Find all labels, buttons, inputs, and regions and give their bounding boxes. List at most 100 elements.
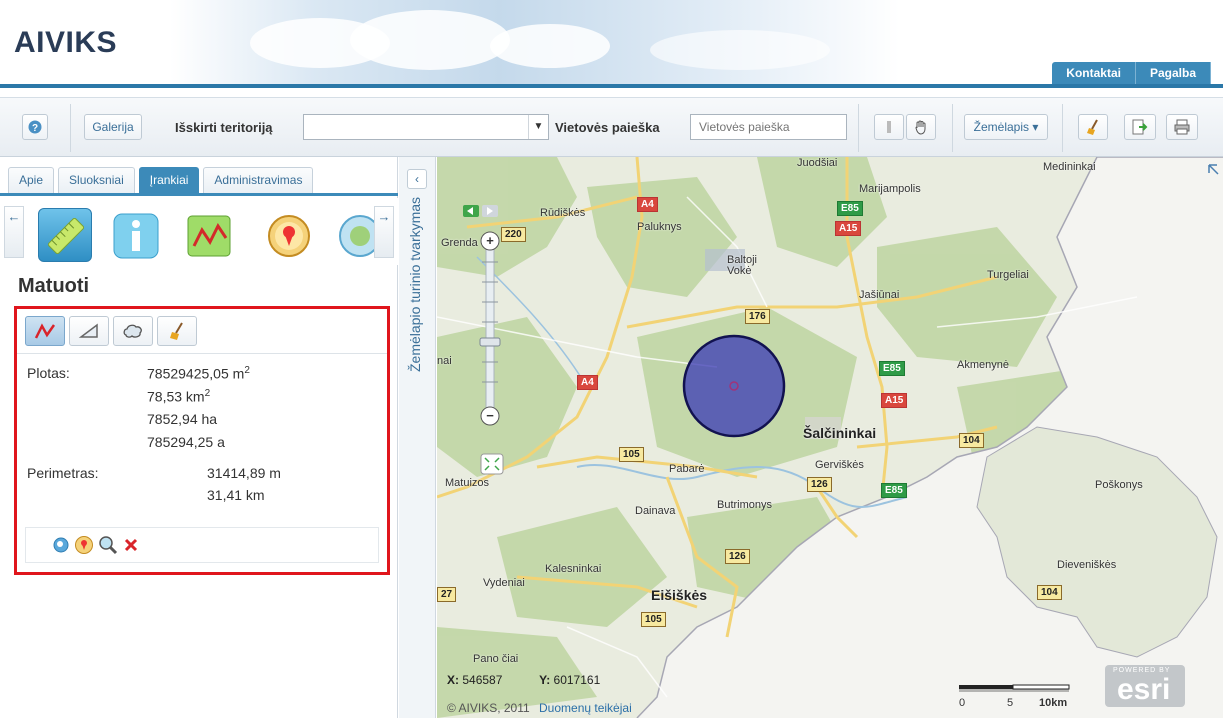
coordinate-readout: X: 546587 Y: 6017161 [447, 673, 600, 687]
place-label: Butrimonys [717, 499, 773, 511]
measure-area-button[interactable] [69, 316, 109, 346]
zoom-to-icon[interactable] [52, 536, 70, 554]
measure-mode-buttons [25, 316, 201, 346]
road-shield: 104 [1037, 585, 1062, 600]
nav-help[interactable]: Pagalba [1135, 62, 1211, 85]
coord-y-label: Y: [539, 673, 551, 687]
scroll-right-button[interactable]: → [374, 206, 394, 258]
scale-label: 10km [1039, 697, 1068, 709]
road-shield: A4 [637, 197, 658, 212]
left-panel: Apie Sluoksniai Įrankiai Administravimas… [0, 157, 398, 718]
data-providers-link[interactable]: Duomenų teikėjai [539, 701, 632, 715]
map-content-toggle[interactable]: Žemėlapio turinio tvarkymas [407, 197, 427, 577]
profile-tool-button[interactable] [182, 208, 236, 262]
toolbar: ? Galerija Išskirti teritoriją ▼ Vietovė… [0, 97, 1223, 157]
scale-label: 0 [959, 697, 966, 709]
scale-label: 5 [1007, 697, 1014, 709]
measure-distance-button[interactable] [25, 316, 65, 346]
place-label: Vydeniai [483, 577, 525, 589]
coord-y-value: 6017161 [553, 673, 601, 687]
tool-strip: ← → [0, 198, 398, 265]
gallery-button[interactable]: Galerija [84, 114, 142, 140]
place-label: Gerviškės [815, 459, 864, 471]
road-shield: E85 [881, 483, 907, 498]
place-label-city: Šalčininkai [803, 425, 877, 441]
hand-icon [915, 120, 926, 135]
app-logo: AIVIKS [14, 26, 118, 59]
clear-button[interactable] [1078, 114, 1108, 140]
measure-freehand-button[interactable] [113, 316, 153, 346]
panel-title: Matuoti [18, 275, 90, 297]
tab-administration[interactable]: Administravimas [203, 167, 314, 193]
printer-icon [1174, 119, 1190, 135]
print-button[interactable] [1166, 114, 1198, 140]
place-label: Kalesninkai [545, 563, 602, 575]
road-shield: 105 [641, 612, 666, 627]
place-label: Pano čiai [473, 653, 519, 665]
road-shield: A4 [577, 375, 598, 390]
measure-divider [17, 353, 387, 354]
locate-icon[interactable] [74, 535, 94, 555]
place-label: Turgeliai [987, 269, 1029, 281]
info-tool-button[interactable] [110, 208, 164, 262]
road-shield: 176 [745, 309, 770, 324]
info-cursor-icon [887, 121, 891, 133]
place-label: Paluknys [637, 221, 682, 233]
pan-button[interactable] [906, 114, 936, 140]
toolbar-separator [1062, 104, 1063, 152]
copyright-text: © AIVIKS, 2011 [447, 701, 530, 715]
triangle-icon [78, 323, 98, 338]
basemap-dropdown[interactable]: Žemėlapis ▾ [964, 114, 1048, 140]
place-label: Marijampolis [859, 183, 921, 195]
broom-icon [170, 322, 183, 340]
nav-contacts[interactable]: Kontaktai [1052, 62, 1136, 85]
coord-x-value: 546587 [462, 673, 503, 687]
tab-tools[interactable]: Įrankiai [138, 167, 200, 193]
search-label: Vietovės paieška [555, 120, 660, 135]
copyright: © AIVIKS, 2011 Duomenų teikėjai [447, 701, 632, 715]
header-nav: Kontaktai Pagalba [1052, 62, 1211, 85]
search-input[interactable] [690, 114, 847, 140]
ruler-icon [47, 217, 85, 255]
polyline-icon [34, 323, 56, 339]
area-ha: 7852,94 ha [147, 411, 218, 427]
place-label: Juodšiai [797, 157, 838, 169]
territory-select[interactable]: ▼ [303, 114, 549, 140]
header-banner [170, 0, 900, 84]
search-tool-button[interactable] [330, 208, 374, 262]
place-label-city: Eišiškės [651, 587, 708, 603]
perimeter-km: 31,41 km [207, 487, 265, 503]
delete-icon[interactable] [124, 538, 138, 552]
measure-panel: Plotas: 78529425,05 m2 78,53 km2 7852,94… [14, 306, 390, 575]
coord-x-label: X: [447, 673, 459, 687]
search-map-icon [339, 215, 374, 257]
scroll-left-button[interactable]: ← [4, 206, 24, 258]
area-label: Plotas: [27, 365, 70, 381]
place-label: Poškonys [1095, 479, 1143, 491]
measure-actions [25, 527, 379, 563]
place-label: Jašiūnai [859, 289, 900, 301]
measure-tool-button[interactable] [38, 208, 92, 262]
measure-clear-button[interactable] [157, 316, 197, 346]
help-button[interactable]: ? [22, 114, 48, 140]
map-view[interactable]: + − Rūdiškės Paluknys Juodšiai Marijampo… [437, 157, 1223, 718]
tab-layers[interactable]: Sluoksniai [58, 167, 135, 193]
tab-about[interactable]: Apie [8, 167, 55, 193]
toolbar-separator [858, 104, 859, 152]
svg-text:?: ? [32, 123, 38, 134]
place-label: Rūdiškės [540, 207, 586, 219]
tabs-underline [0, 193, 398, 196]
svg-text:−: − [486, 408, 494, 423]
collapse-panel-button[interactable]: ‹ [407, 169, 427, 189]
identify-button[interactable] [874, 114, 904, 140]
map-content-rail: ‹ Žemėlapio turinio tvarkymas [399, 157, 436, 718]
export-button[interactable] [1124, 114, 1156, 140]
road-shield: 27 [437, 587, 457, 602]
locate-tool-button[interactable] [262, 208, 316, 262]
magnifier-icon[interactable] [98, 535, 118, 555]
road-shield: 105 [619, 447, 644, 462]
header-divider [0, 84, 1223, 88]
area-a: 785294,25 a [147, 434, 225, 450]
place-label: Akmenynė [957, 359, 1009, 371]
place-label: Dainava [635, 505, 676, 517]
